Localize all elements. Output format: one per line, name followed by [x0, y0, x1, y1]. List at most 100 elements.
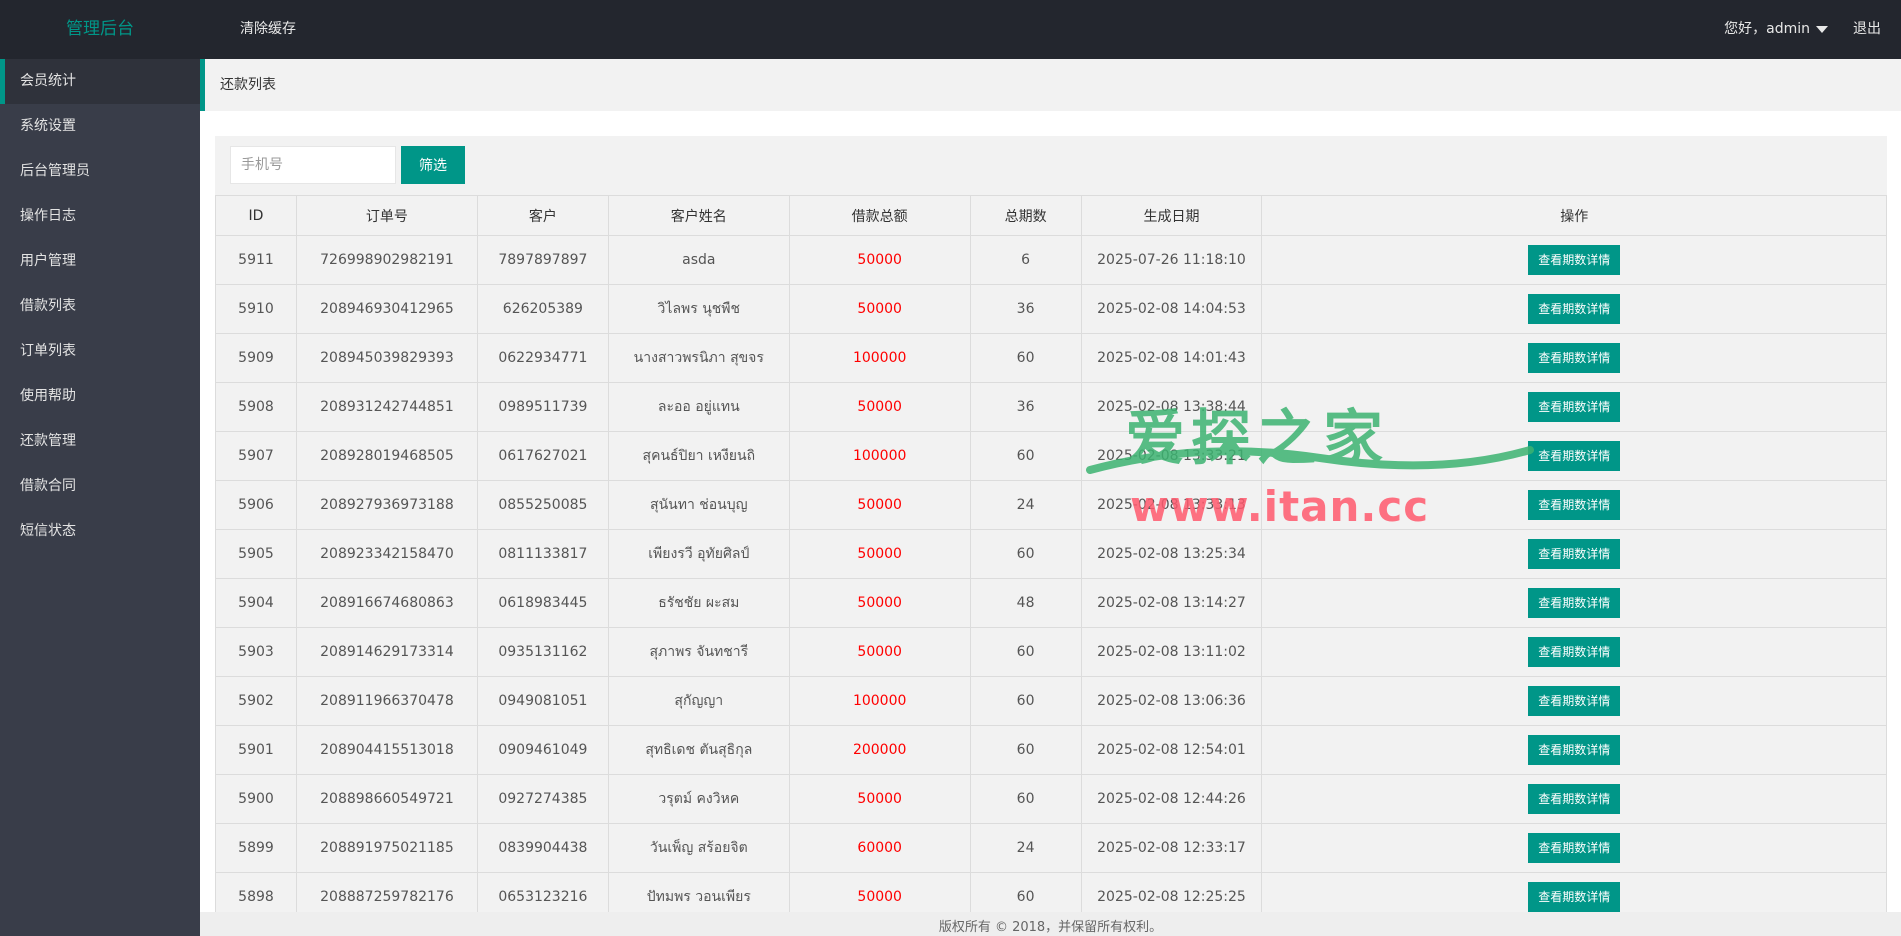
customer-phone: 0909461049 — [476, 725, 609, 775]
customer-name: สุทธิเดช ตันสุธิกุล — [607, 725, 790, 775]
view-period-details-button[interactable]: 查看期数详情 — [1528, 833, 1621, 863]
row-actions: 查看期数详情 — [1261, 235, 1887, 285]
customer-phone: 0927274385 — [476, 774, 609, 824]
sidebar-item-user-management[interactable]: 用户管理 — [0, 239, 200, 284]
row-actions: 查看期数详情 — [1261, 774, 1887, 824]
sidebar-item-admins[interactable]: 后台管理员 — [0, 149, 200, 194]
created-date: 2025-02-08 14:01:43 — [1080, 333, 1263, 383]
table-row: 5909 208945039829393 0622934771 นางสาวพรนิภ… — [215, 333, 1887, 383]
sidebar-item-member-stats[interactable]: 会员统计 — [0, 59, 200, 104]
created-date: 2025-02-08 13:11:02 — [1080, 627, 1263, 677]
row-actions: 查看期数详情 — [1261, 431, 1887, 481]
customer-phone: 0811133817 — [476, 529, 609, 579]
view-period-details-button[interactable]: 查看期数详情 — [1528, 637, 1621, 667]
logout-link[interactable]: 退出 — [1853, 0, 1881, 59]
created-date: 2025-02-08 13:14:27 — [1080, 578, 1263, 628]
breadcrumb: 还款列表 — [200, 59, 1901, 111]
row-actions: 查看期数详情 — [1261, 529, 1887, 579]
loan-amount: 60000 — [788, 823, 971, 873]
row-id: 5907 — [215, 431, 297, 481]
app-logo[interactable]: 管理后台 — [0, 0, 200, 59]
table-row: 5908 208931242744851 0989511739 ละออ อยู่แท… — [215, 382, 1887, 432]
customer-phone: 0949081051 — [476, 676, 609, 726]
customer-name: วันเพ็ญ สร้อยจิต — [607, 823, 790, 873]
row-actions: 查看期数详情 — [1261, 725, 1887, 775]
created-date: 2025-02-08 13:33:13 — [1080, 480, 1263, 530]
row-actions: 查看期数详情 — [1261, 627, 1887, 677]
order-number: 208928019468505 — [295, 431, 478, 481]
view-period-details-button[interactable]: 查看期数详情 — [1528, 343, 1621, 373]
view-period-details-button[interactable]: 查看期数详情 — [1528, 490, 1621, 520]
row-id: 5899 — [215, 823, 297, 873]
sidebar-item-operation-log[interactable]: 操作日志 — [0, 194, 200, 239]
sidebar-item-repayment[interactable]: 还款管理 — [0, 419, 200, 464]
created-date: 2025-02-08 14:04:53 — [1080, 284, 1263, 334]
row-actions: 查看期数详情 — [1261, 333, 1887, 383]
user-menu[interactable]: 您好，admin — [1724, 0, 1828, 59]
row-id: 5908 — [215, 382, 297, 432]
period-count: 60 — [969, 676, 1082, 726]
sidebar-item-sms-status[interactable]: 短信状态 — [0, 509, 200, 554]
customer-phone: 0855250085 — [476, 480, 609, 530]
customer-phone: 0935131162 — [476, 627, 609, 677]
row-id: 5910 — [215, 284, 297, 334]
view-period-details-button[interactable]: 查看期数详情 — [1528, 392, 1621, 422]
phone-search-input[interactable] — [230, 146, 396, 184]
loan-amount: 50000 — [788, 382, 971, 432]
customer-name: asda — [607, 235, 790, 285]
loan-amount: 50000 — [788, 627, 971, 677]
table-row: 5903 208914629173314 0935131162 สุภาพร จันท… — [215, 627, 1887, 677]
loan-amount: 50000 — [788, 578, 971, 628]
customer-phone: 0839904438 — [476, 823, 609, 873]
col-created-date-header: 生成日期 — [1080, 195, 1263, 236]
period-count: 48 — [969, 578, 1082, 628]
customer-phone: 0617627021 — [476, 431, 609, 481]
view-period-details-button[interactable]: 查看期数详情 — [1528, 588, 1621, 618]
row-id: 5903 — [215, 627, 297, 677]
view-period-details-button[interactable]: 查看期数详情 — [1528, 245, 1621, 275]
table-row: 5910 208946930412965 626205389 วิไลพร นุชพื… — [215, 284, 1887, 334]
col-customer-header: 客户 — [476, 195, 609, 236]
filter-button[interactable]: 筛选 — [401, 146, 465, 184]
sidebar-item-loan-list[interactable]: 借款列表 — [0, 284, 200, 329]
clear-cache-link[interactable]: 清除缓存 — [240, 0, 296, 59]
row-id: 5911 — [215, 235, 297, 285]
sidebar-item-loan-contract[interactable]: 借款合同 — [0, 464, 200, 509]
loan-amount: 100000 — [788, 333, 971, 383]
period-count: 36 — [969, 382, 1082, 432]
view-period-details-button[interactable]: 查看期数详情 — [1528, 294, 1621, 324]
col-periods-header: 总期数 — [969, 195, 1082, 236]
row-id: 5906 — [215, 480, 297, 530]
customer-phone: 0618983445 — [476, 578, 609, 628]
loan-amount: 50000 — [788, 235, 971, 285]
view-period-details-button[interactable]: 查看期数详情 — [1528, 441, 1621, 471]
sidebar-item-system-settings[interactable]: 系统设置 — [0, 104, 200, 149]
view-period-details-button[interactable]: 查看期数详情 — [1528, 735, 1621, 765]
view-period-details-button[interactable]: 查看期数详情 — [1528, 686, 1621, 716]
row-id: 5904 — [215, 578, 297, 628]
row-id: 5905 — [215, 529, 297, 579]
customer-phone: 7897897897 — [476, 235, 609, 285]
row-actions: 查看期数详情 — [1261, 823, 1887, 873]
loan-amount: 50000 — [788, 284, 971, 334]
table-row: 5907 208928019468505 0617627021 สุคนธ์ปิยา … — [215, 431, 1887, 481]
view-period-details-button[interactable]: 查看期数详情 — [1528, 882, 1621, 912]
sidebar-item-help[interactable]: 使用帮助 — [0, 374, 200, 419]
sidebar: 会员统计 系统设置 后台管理员 操作日志 用户管理 借款列表 订单列表 使用帮助… — [0, 59, 200, 936]
order-number: 208923342158470 — [295, 529, 478, 579]
created-date: 2025-07-26 11:18:10 — [1080, 235, 1263, 285]
view-period-details-button[interactable]: 查看期数详情 — [1528, 784, 1621, 814]
customer-name: เพียงรวี อุทัยศิลป์ — [607, 529, 790, 579]
sidebar-item-order-list[interactable]: 订单列表 — [0, 329, 200, 374]
period-count: 24 — [969, 823, 1082, 873]
customer-name: ละออ อยู่แทน — [607, 382, 790, 432]
customer-name: ธรัชชัย ผะสม — [607, 578, 790, 628]
row-id: 5901 — [215, 725, 297, 775]
created-date: 2025-02-08 12:33:17 — [1080, 823, 1263, 873]
view-period-details-button[interactable]: 查看期数详情 — [1528, 539, 1621, 569]
table-row: 5901 208904415513018 0909461049 สุทธิเดช ตั… — [215, 725, 1887, 775]
order-number: 726998902982191 — [295, 235, 478, 285]
period-count: 60 — [969, 529, 1082, 579]
user-greeting: 您好，admin — [1724, 21, 1810, 37]
loan-amount: 200000 — [788, 725, 971, 775]
